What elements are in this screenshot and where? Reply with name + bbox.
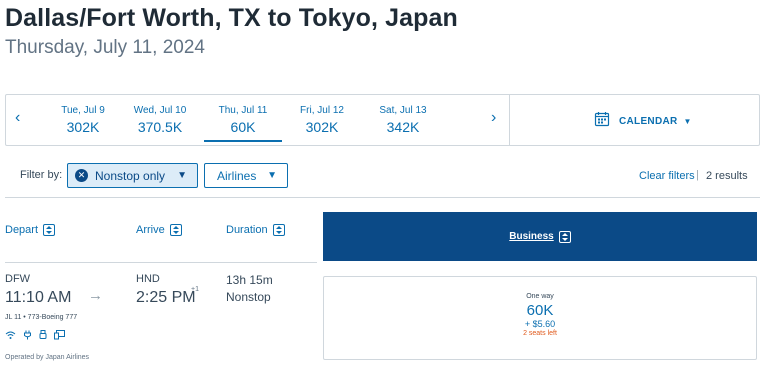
- date-label: Fri, Jul 12: [300, 105, 344, 116]
- wifi-icon: [5, 330, 16, 340]
- usb-icon: [39, 330, 47, 340]
- flight-duration: 13h 15m: [226, 273, 273, 287]
- power-icon: [23, 330, 32, 340]
- origin-airport: DFW: [5, 273, 31, 285]
- date-selector: ‹ Tue, Jul 9 302K Wed, Jul 10 370.5K Thu…: [5, 94, 760, 146]
- business-fare-option[interactable]: One way 60K + $5.60 2 seats left: [323, 276, 757, 360]
- sort-icon: [43, 224, 56, 236]
- date-label: Sat, Jul 13: [379, 105, 427, 116]
- sort-business-header[interactable]: Business: [323, 212, 757, 261]
- sort-icon: [558, 230, 571, 243]
- page-title: Dallas/Fort Worth, TX to Tokyo, Japan: [5, 4, 458, 32]
- column-label: Depart: [5, 224, 39, 236]
- filter-chip-label: Nonstop only: [95, 168, 166, 183]
- calendar-button[interactable]: CALENDAR ▼: [594, 111, 691, 132]
- arrive-time: 2:25 PM: [136, 289, 196, 306]
- destination-airport: HND: [136, 273, 160, 285]
- results-count: 2 results: [706, 170, 748, 182]
- clear-filters-link[interactable]: Clear filters: [639, 170, 695, 182]
- seats-left: 2 seats left: [523, 330, 557, 337]
- stops-info: Nonstop: [226, 290, 271, 304]
- date-tab-jul-13[interactable]: Sat, Jul 13 342K: [368, 105, 438, 135]
- date-tab-jul-9[interactable]: Tue, Jul 9 302K: [48, 105, 118, 135]
- divider: [509, 95, 510, 145]
- calendar-icon: [594, 111, 610, 132]
- caret-down-icon: ▼: [267, 170, 277, 181]
- selected-date-underline: [204, 140, 282, 142]
- depart-time: 11:10 AM: [5, 289, 72, 306]
- date-price: 370.5K: [137, 119, 183, 135]
- trip-type: One way: [526, 293, 554, 300]
- caret-down-icon: ▼: [683, 117, 692, 126]
- operated-by: Operated by Japan Airlines: [5, 354, 90, 361]
- date-tab-jul-11[interactable]: Thu, Jul 11 60K: [204, 105, 282, 142]
- date-price: 302K: [305, 119, 339, 135]
- travel-date: Thursday, July 11, 2024: [5, 37, 205, 58]
- date-label: Wed, Jul 10: [133, 105, 187, 116]
- date-tab-jul-12[interactable]: Fri, Jul 12 302K: [287, 105, 357, 135]
- separator: |: [696, 169, 699, 181]
- sort-arrive-header[interactable]: Arrive: [136, 224, 182, 236]
- sort-duration-header[interactable]: Duration: [226, 224, 285, 236]
- entertainment-icon: [54, 330, 65, 340]
- column-label: Duration: [226, 224, 268, 236]
- previous-dates-arrow[interactable]: ‹: [15, 109, 20, 127]
- date-label: Thu, Jul 11: [218, 105, 268, 116]
- divider: [5, 197, 760, 198]
- filter-chip-label: Airlines: [217, 168, 257, 183]
- calendar-label: CALENDAR: [619, 116, 678, 127]
- column-label: Arrive: [136, 224, 165, 236]
- filter-label: Filter by:: [20, 169, 63, 181]
- sort-depart-header[interactable]: Depart: [5, 224, 56, 236]
- filter-chip-nonstop[interactable]: ✕ Nonstop only ▼: [67, 163, 198, 188]
- fare-points: 60K: [526, 302, 554, 319]
- date-price: 60K: [230, 119, 256, 135]
- amenities: [5, 330, 65, 340]
- next-dates-arrow[interactable]: ›: [491, 109, 496, 127]
- caret-down-icon: ▼: [177, 170, 187, 181]
- flight-number-link[interactable]: JL 11 • 773-Boeing 777: [5, 314, 77, 321]
- sort-icon: [272, 224, 285, 236]
- column-label: Business: [509, 231, 554, 242]
- date-price: 342K: [386, 119, 420, 135]
- remove-filter-icon[interactable]: ✕: [75, 169, 88, 182]
- date-tab-jul-10[interactable]: Wed, Jul 10 370.5K: [125, 105, 195, 135]
- divider: [5, 262, 317, 263]
- fare-taxes: + $5.60: [524, 319, 556, 329]
- arrow-right-icon: →: [88, 287, 103, 304]
- date-label: Tue, Jul 9: [61, 105, 105, 116]
- date-price: 302K: [66, 119, 100, 135]
- day-offset: +1: [191, 286, 199, 293]
- sort-icon: [169, 224, 182, 236]
- filter-chip-airlines[interactable]: Airlines ▼: [204, 163, 288, 188]
